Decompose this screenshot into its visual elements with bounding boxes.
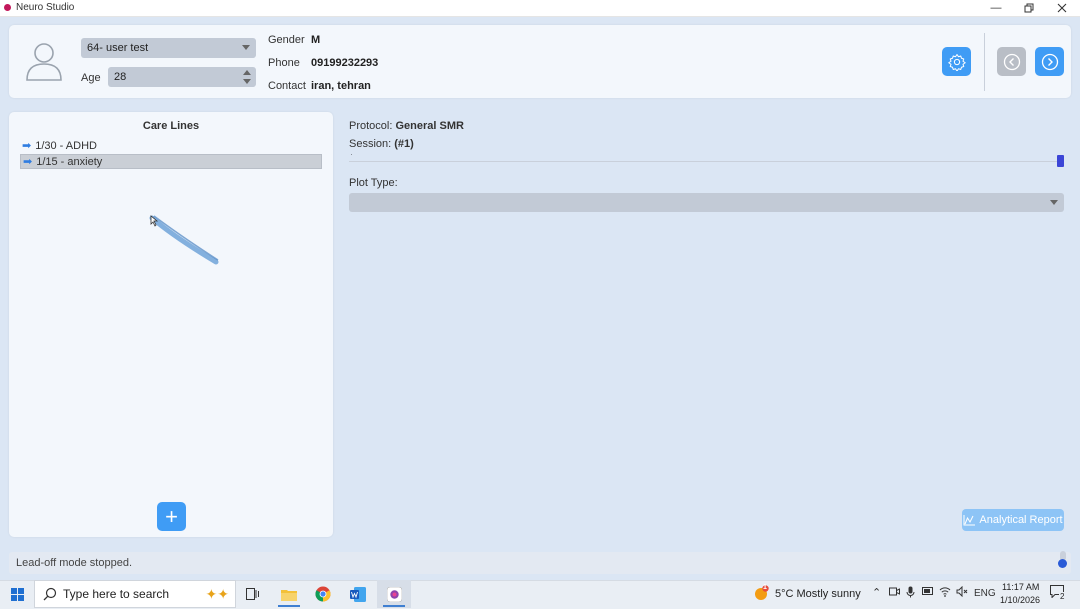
search-placeholder: Type here to search bbox=[63, 587, 170, 601]
next-button[interactable] bbox=[1035, 47, 1064, 76]
word-icon bbox=[350, 586, 366, 602]
active-indicator bbox=[278, 605, 300, 607]
session-label: Session: bbox=[349, 138, 392, 150]
gear-icon bbox=[947, 53, 966, 71]
volume-muted-icon[interactable] bbox=[956, 585, 968, 600]
restore-button[interactable] bbox=[1013, 0, 1045, 16]
chrome-button[interactable] bbox=[306, 580, 340, 608]
user-avatar-icon bbox=[26, 43, 62, 81]
session-slider-handle[interactable] bbox=[1057, 155, 1064, 167]
protocol-line: Protocol: General SMR bbox=[349, 120, 464, 132]
chevron-down-icon bbox=[1050, 200, 1058, 205]
search-icon bbox=[43, 587, 57, 601]
close-button[interactable] bbox=[1046, 0, 1078, 16]
chevron-right-icon bbox=[1041, 53, 1058, 70]
chevron-left-icon bbox=[1003, 53, 1020, 70]
notification-count: 2 bbox=[1059, 592, 1066, 601]
care-lines-panel bbox=[9, 112, 333, 537]
spin-up-icon[interactable] bbox=[243, 70, 251, 75]
care-line-item[interactable]: ➡ 1/30 - ADHD bbox=[20, 138, 322, 153]
loading-swoosh-icon bbox=[149, 215, 219, 265]
title-bar bbox=[0, 0, 1080, 17]
phone-label: Phone bbox=[268, 57, 300, 69]
phone-value: 09199232293 bbox=[311, 57, 379, 69]
microphone-icon[interactable] bbox=[906, 586, 915, 601]
chevron-up-icon[interactable]: ⌃ bbox=[872, 586, 881, 599]
protocol-label: Protocol: bbox=[349, 120, 393, 132]
file-explorer-icon bbox=[281, 589, 297, 601]
session-line: Session: (#1) bbox=[349, 138, 414, 150]
arrow-right-icon: ➡ bbox=[22, 140, 32, 152]
sparkle-icon: ✦✦ bbox=[205, 585, 229, 602]
care-line-label: 1/15 - anxiety bbox=[36, 155, 103, 168]
weather-icon: 1 bbox=[753, 584, 769, 601]
chrome-icon bbox=[315, 586, 331, 602]
session-slider-track[interactable] bbox=[349, 161, 1059, 162]
contact-value: iran, tehran bbox=[311, 80, 371, 92]
gender-label: Gender bbox=[268, 34, 305, 46]
task-view-icon bbox=[246, 588, 259, 600]
age-label: Age bbox=[81, 72, 101, 84]
clock-date[interactable]: 1/10/2026 bbox=[1000, 595, 1040, 605]
patient-select[interactable]: 64- user test bbox=[81, 38, 256, 58]
status-text: Lead-off mode stopped. bbox=[16, 557, 132, 569]
protocol-value: General SMR bbox=[395, 120, 464, 132]
age-spinbox[interactable]: 28 bbox=[108, 67, 256, 87]
active-indicator bbox=[383, 605, 405, 607]
patient-select-value: 64- user test bbox=[87, 42, 149, 54]
task-view-button[interactable] bbox=[236, 580, 270, 608]
app-logo-icon bbox=[4, 4, 11, 11]
wifi-icon[interactable] bbox=[939, 586, 951, 600]
neuro-studio-icon bbox=[386, 586, 402, 602]
plot-type-label: Plot Type: bbox=[349, 177, 398, 189]
care-lines-title: Care Lines bbox=[142, 120, 200, 132]
language-indicator[interactable]: ENG bbox=[974, 588, 996, 599]
neuro-studio-taskbar-button[interactable] bbox=[377, 580, 411, 608]
file-explorer-button[interactable] bbox=[272, 580, 306, 608]
previous-button[interactable] bbox=[997, 47, 1026, 76]
close-icon bbox=[1057, 3, 1067, 13]
care-line-item-selected[interactable]: ➡ 1/15 - anxiety bbox=[20, 154, 322, 169]
minimize-button[interactable]: — bbox=[980, 0, 1012, 16]
notifications-button[interactable]: 2 bbox=[1050, 585, 1068, 603]
meet-icon[interactable] bbox=[889, 586, 900, 600]
spin-down-icon[interactable] bbox=[243, 79, 251, 84]
restore-icon bbox=[1024, 3, 1034, 13]
clock-time[interactable]: 11:17 AM bbox=[1002, 582, 1039, 592]
analytical-report-button[interactable]: Analytical Report bbox=[962, 509, 1064, 531]
header-divider bbox=[984, 33, 985, 91]
chevron-down-icon bbox=[242, 45, 250, 50]
chart-line-icon bbox=[963, 515, 976, 526]
plot-type-select[interactable] bbox=[349, 193, 1064, 212]
age-value: 28 bbox=[114, 71, 127, 83]
gender-value: M bbox=[311, 34, 321, 46]
session-value: (#1) bbox=[394, 138, 414, 150]
plus-icon: + bbox=[165, 503, 178, 529]
battery-icon[interactable] bbox=[922, 586, 934, 599]
taskbar-search-box[interactable]: Type here to search ✦✦ bbox=[34, 580, 236, 608]
settings-button[interactable] bbox=[942, 47, 971, 76]
session-slider-start bbox=[351, 154, 352, 155]
minimize-icon: — bbox=[990, 2, 1002, 14]
status-bar bbox=[9, 552, 1071, 574]
add-care-line-button[interactable]: + bbox=[157, 502, 186, 531]
arrow-right-icon: ➡ bbox=[23, 156, 33, 168]
weather-text[interactable]: 5°C Mostly sunny bbox=[775, 588, 861, 600]
word-button[interactable] bbox=[341, 580, 375, 608]
analytical-report-label: Analytical Report bbox=[979, 514, 1063, 526]
care-line-label: 1/30 - ADHD bbox=[35, 139, 97, 152]
start-button[interactable] bbox=[0, 580, 34, 608]
weather-badge: 1 bbox=[763, 584, 767, 591]
window-title: Neuro Studio bbox=[16, 2, 75, 13]
status-indicator-icon bbox=[1058, 559, 1067, 568]
windows-start-icon bbox=[10, 587, 24, 601]
contact-label: Contact bbox=[268, 80, 306, 92]
patient-header-card bbox=[9, 25, 1071, 98]
